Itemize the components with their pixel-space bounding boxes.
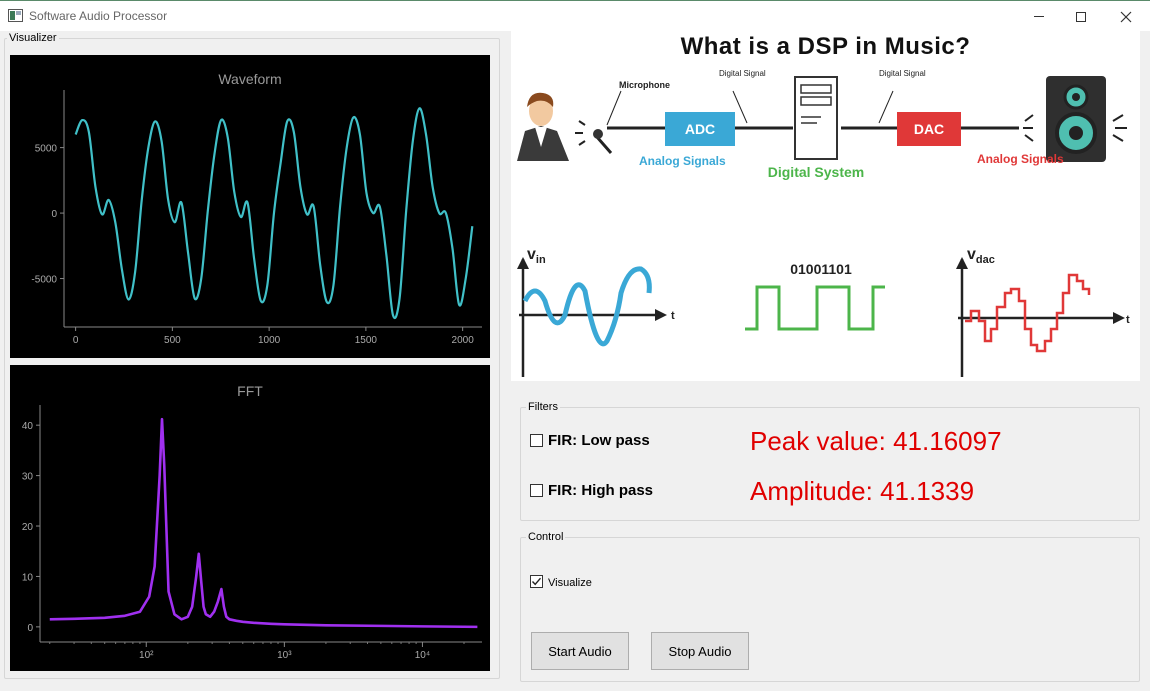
waveform-y-tick-label: 0 (51, 209, 57, 220)
close-icon (1120, 11, 1132, 22)
fft-y-tick-label: 0 (27, 623, 33, 634)
digital-wave (745, 285, 885, 331)
singer-figure (517, 92, 569, 161)
waveform-x-tick-label: 500 (164, 335, 181, 346)
vdac-label: vdac (967, 246, 995, 266)
amplitude-text: Amplitude: 41.1339 (750, 476, 975, 506)
title-bar: Software Audio Processor (0, 0, 1150, 31)
speaker-icon (1023, 76, 1127, 162)
computer-icon (794, 76, 838, 160)
analog-input-wave (522, 266, 652, 347)
t-label-2: t (1126, 314, 1130, 326)
fft-y-tick-label: 40 (22, 421, 34, 432)
fft-y-tick-label: 20 (22, 522, 34, 533)
waveform-series-line (74, 107, 474, 320)
low-pass-checkbox[interactable] (530, 434, 543, 447)
high-pass-label[interactable]: FIR: High pass (548, 482, 653, 499)
main-window: Software Audio Processor Visualizer Wave… (0, 0, 1150, 691)
maximize-button[interactable] (1058, 1, 1104, 32)
fft-y-tick-label: 30 (22, 472, 34, 483)
window-title: Software Audio Processor (29, 9, 168, 23)
fft-x-tick-label: 10² (139, 650, 154, 661)
minimize-button[interactable] (1016, 1, 1062, 32)
dsp-illustration: What is a DSP in Music? Microphone ADC D… (511, 31, 1140, 381)
waveform-plot[interactable]: Waveform 5000 0 -5000 0 500 1000 1500 2000 (10, 55, 490, 358)
waveform-x-tick-label: 2000 (452, 335, 475, 346)
visualize-label[interactable]: Visualize (548, 577, 592, 589)
waveform-y-tick-label: 5000 (35, 144, 58, 155)
low-pass-label[interactable]: FIR: Low pass (548, 432, 650, 449)
fft-x-tick-label: 10³ (277, 650, 292, 661)
waveform-chart: 5000 0 -5000 0 500 1000 1500 2000 (31, 90, 482, 346)
adc-label: ADC (685, 121, 715, 137)
high-pass-checkbox[interactable] (530, 484, 543, 497)
checkmark-icon (531, 577, 542, 586)
microphone-icon (575, 120, 613, 154)
waveform-x-tick-label: 0 (73, 335, 79, 346)
analog-signals-label-1: Analog Signals (639, 154, 726, 168)
peak-value-text: Peak value: 41.16097 (750, 426, 1002, 456)
visualize-checkbox[interactable] (530, 575, 543, 588)
maximize-icon (1076, 11, 1086, 22)
binary-label: 01001101 (790, 261, 852, 277)
t-label-1: t (671, 310, 675, 322)
microphone-label: Microphone (619, 80, 670, 90)
fft-chart: 40 30 20 10 0 10² 10³ 10⁴ (22, 405, 482, 661)
analog-signals-label-2: Analog Signals (977, 152, 1064, 166)
waveform-x-tick-label: 1000 (258, 335, 281, 346)
fft-x-tick-label: 10⁴ (415, 650, 430, 661)
close-button[interactable] (1103, 1, 1149, 32)
waveform-y-tick-label: -5000 (31, 275, 57, 286)
visualizer-group-title: Visualizer (7, 32, 59, 44)
vin-label: vin (527, 246, 546, 266)
dsp-diagram: Microphone ADC Digital Signal Digital Sy… (517, 69, 1130, 377)
stop-audio-button[interactable]: Stop Audio (651, 632, 749, 670)
dac-output-wave (965, 273, 1091, 353)
fft-plot[interactable]: FFT 40 30 20 10 0 10² 10³ 10⁴ (10, 365, 490, 671)
digital-system-label: Digital System (768, 164, 864, 180)
digital-signal-label-1: Digital Signal (719, 69, 766, 78)
dac-label: DAC (914, 121, 944, 137)
filters-group-title: Filters (526, 401, 560, 413)
start-audio-button[interactable]: Start Audio (531, 632, 629, 670)
control-group-title: Control (526, 531, 566, 543)
app-icon (8, 9, 23, 22)
waveform-x-tick-label: 1500 (355, 335, 378, 346)
fft-series-line (49, 417, 478, 629)
fft-y-tick-label: 10 (22, 572, 34, 583)
digital-signal-label-2: Digital Signal (879, 69, 926, 78)
minimize-icon (1034, 16, 1044, 17)
